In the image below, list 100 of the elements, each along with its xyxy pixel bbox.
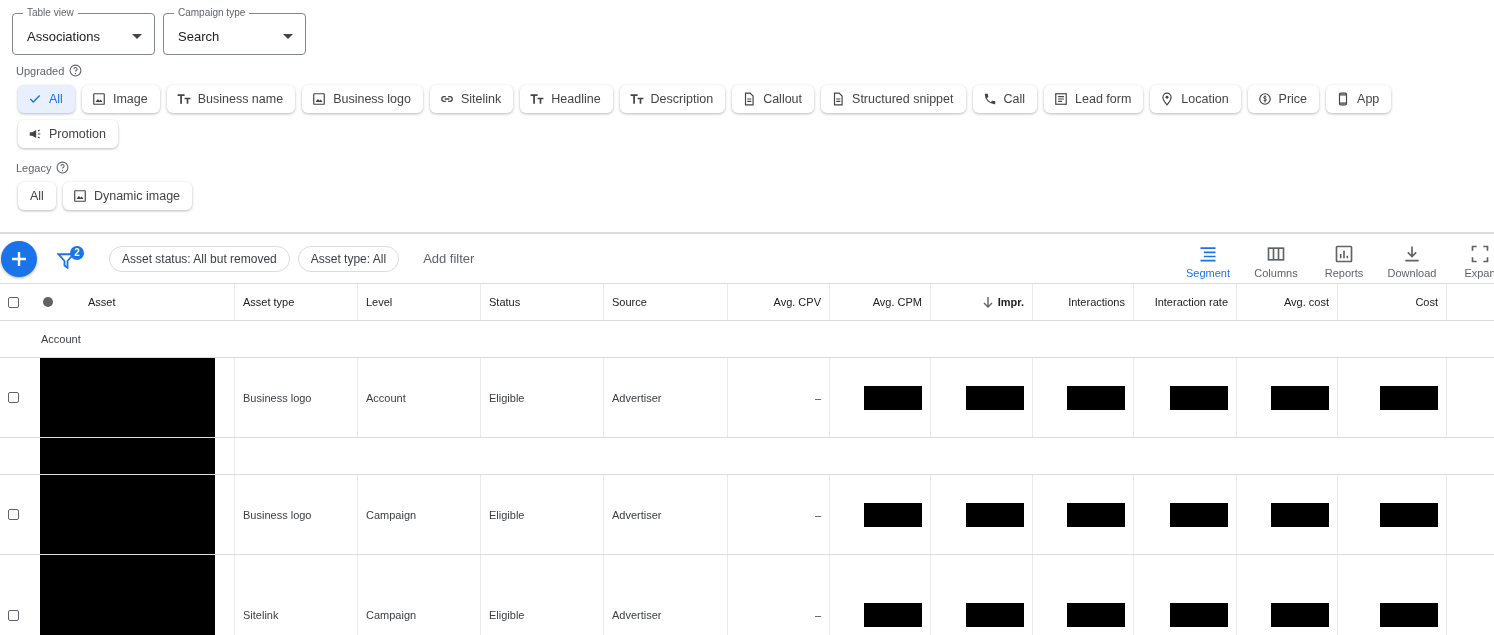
- status-dot-icon: [43, 297, 53, 307]
- document-icon: [742, 92, 757, 106]
- filter-chip[interactable]: Business name: [166, 85, 296, 113]
- document-icon: [831, 92, 846, 106]
- filter-chip[interactable]: All: [18, 182, 56, 210]
- check-icon: [28, 92, 42, 106]
- section-label: Legacy: [16, 161, 52, 174]
- row-checkbox[interactable]: [8, 609, 19, 621]
- filter-chip[interactable]: App: [1326, 85, 1392, 113]
- table-cell: Eligible: [489, 508, 525, 521]
- table-cell: –: [814, 508, 821, 521]
- dropdown-field[interactable]: Table view Associations: [12, 7, 155, 55]
- megaphone-icon: [28, 127, 42, 141]
- table-cell: Advertiser: [612, 609, 662, 621]
- redaction-block: [1067, 603, 1125, 627]
- redaction-block: [1170, 385, 1228, 410]
- column-header[interactable]: Impr.: [981, 296, 1024, 308]
- dropdown-field[interactable]: Campaign type Search: [163, 7, 306, 55]
- column-header[interactable]: Source: [612, 296, 647, 308]
- dropdown-caret-icon: [283, 33, 293, 39]
- filter-chip[interactable]: Dynamic image: [62, 182, 193, 210]
- sort-down-arrow-icon: [981, 296, 994, 308]
- toolbar-button[interactable]: Reports: [1310, 238, 1378, 279]
- table-cell: Advertiser: [612, 508, 662, 521]
- bar-chart-icon: [1334, 243, 1354, 264]
- toolbar-button[interactable]: Columns: [1242, 238, 1310, 279]
- dropdown-caret-icon: [132, 33, 142, 39]
- redaction-block: [966, 502, 1024, 527]
- toolbar-button[interactable]: Segment: [1174, 238, 1242, 279]
- help-icon[interactable]: [69, 64, 83, 77]
- table-cell: Account: [366, 391, 406, 404]
- column-header[interactable]: Level: [366, 296, 393, 308]
- column-header[interactable]: Cost: [1415, 296, 1438, 308]
- column-header[interactable]: Avg. cost: [1283, 296, 1329, 308]
- filter-chip[interactable]: Price: [1247, 85, 1320, 113]
- table-cell: Advertiser: [612, 391, 662, 404]
- column-header[interactable]: Avg. CPV: [773, 296, 821, 308]
- fullscreen-icon: [1470, 243, 1490, 264]
- plus-icon: [11, 250, 27, 267]
- phone-icon: [982, 92, 997, 106]
- image-icon: [72, 189, 87, 203]
- toolbar-button[interactable]: Download: [1378, 238, 1446, 279]
- filter-chip[interactable]: Headline: [520, 85, 613, 113]
- table-cell: Eligible: [489, 609, 525, 621]
- filter-chip[interactable]: Business logo: [302, 85, 423, 113]
- redaction-block: [1271, 385, 1329, 410]
- form-icon: [1054, 92, 1069, 106]
- help-icon[interactable]: [56, 161, 70, 174]
- table-cell: Business logo: [243, 391, 312, 404]
- filter-chip[interactable]: Asset status: All but removed: [109, 245, 290, 272]
- filter-chip[interactable]: Callout: [732, 85, 815, 113]
- table-cell: Business logo: [243, 508, 312, 521]
- row-checkbox[interactable]: [8, 509, 19, 520]
- redaction-block: [966, 385, 1024, 410]
- table-cell: Campaign: [366, 508, 417, 521]
- redaction-block: [966, 603, 1024, 627]
- filter-count-badge: 2: [70, 245, 84, 260]
- filter-chip[interactable]: Location: [1150, 85, 1241, 113]
- filter-chip[interactable]: Image: [81, 85, 160, 113]
- table-cell: –: [814, 391, 821, 404]
- redaction-block: [1067, 502, 1125, 527]
- image-icon: [312, 92, 327, 106]
- field-label: Campaign type: [177, 7, 247, 19]
- redaction-block: [864, 385, 922, 410]
- toolbar-button[interactable]: Expan: [1446, 238, 1494, 279]
- redaction-block: [1170, 603, 1228, 627]
- field-label: Table view: [26, 7, 75, 19]
- location-pin-icon: [1160, 92, 1175, 106]
- text-size-icon: [629, 92, 644, 106]
- redaction-block: [1380, 603, 1438, 627]
- column-header[interactable]: Asset: [88, 296, 116, 308]
- column-header[interactable]: Asset type: [243, 296, 295, 308]
- redaction-block: [1067, 385, 1125, 410]
- redaction-block: [1271, 603, 1329, 627]
- filter-chip[interactable]: Asset type: All: [297, 245, 400, 272]
- select-all-checkbox[interactable]: [8, 296, 19, 308]
- filter-chip[interactable]: Description: [619, 85, 726, 113]
- table-cell: –: [814, 609, 821, 621]
- redaction-block: [1380, 385, 1438, 410]
- filter-chip[interactable]: Sitelink: [429, 85, 514, 113]
- dollar-circle-icon: [1257, 92, 1272, 106]
- table-cell: Eligible: [489, 391, 525, 404]
- filter-chip[interactable]: Call: [972, 85, 1038, 113]
- add-button[interactable]: [1, 240, 37, 277]
- redaction-block: [864, 603, 922, 627]
- filter-chip[interactable]: Structured snippet: [821, 85, 966, 113]
- column-header[interactable]: Avg. CPM: [872, 296, 922, 308]
- column-header[interactable]: Interactions: [1068, 296, 1125, 308]
- filter-chip[interactable]: All: [18, 85, 75, 113]
- group-label: Account: [41, 333, 81, 345]
- redaction-block: [1380, 502, 1438, 527]
- filter-chip[interactable]: Lead form: [1044, 85, 1144, 113]
- column-header[interactable]: Interaction rate: [1154, 296, 1228, 308]
- image-icon: [91, 92, 106, 106]
- row-checkbox[interactable]: [8, 392, 19, 403]
- text-size-icon: [176, 92, 191, 106]
- add-filter-button[interactable]: Add filter: [409, 247, 489, 270]
- column-header[interactable]: Status: [489, 296, 521, 308]
- filter-chip[interactable]: Promotion: [18, 120, 118, 148]
- text-size-icon: [530, 92, 545, 106]
